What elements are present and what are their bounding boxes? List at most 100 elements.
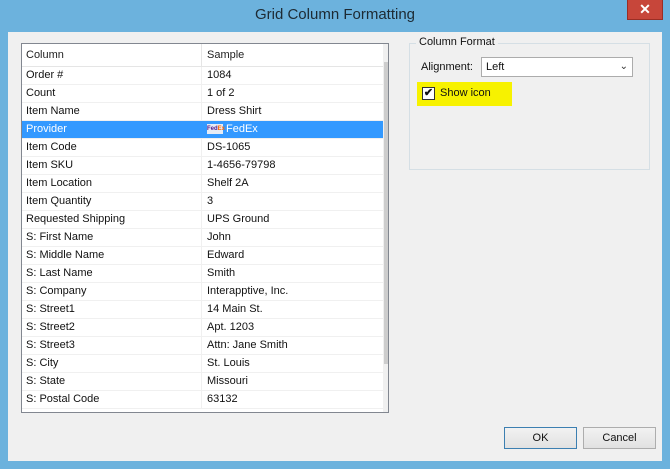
close-icon: ✕ — [639, 1, 651, 17]
chevron-down-icon: ⌄ — [619, 61, 628, 72]
cell-sample: 1-4656-79798 — [203, 157, 383, 174]
cell-sample: UPS Ground — [203, 211, 383, 228]
table-row[interactable]: Requested Shipping UPS Ground — [22, 211, 383, 229]
fedex-logo-icon: FedEx — [207, 124, 226, 135]
cell-sample-text: 1 of 2 — [207, 87, 235, 99]
cell-column-name: Item SKU — [22, 157, 202, 174]
table-row[interactable]: Item Quantity 3 — [22, 193, 383, 211]
cell-sample: 63132 — [203, 391, 383, 408]
cell-sample: Smith — [203, 265, 383, 282]
table-row[interactable]: S: Last Name Smith — [22, 265, 383, 283]
table-row[interactable]: S: City St. Louis — [22, 355, 383, 373]
cell-sample: DS-1065 — [203, 139, 383, 156]
scrollbar-thumb[interactable] — [384, 62, 388, 364]
dialog-window: Grid Column Formatting ✕ Column Sample O… — [0, 0, 670, 469]
ok-button[interactable]: OK — [504, 427, 577, 449]
table-row[interactable]: Count 1 of 2 — [22, 85, 383, 103]
cell-sample-text: St. Louis — [207, 357, 250, 369]
cell-sample-text: 3 — [207, 195, 214, 207]
header-column[interactable]: Column — [22, 44, 202, 66]
table-row[interactable]: S: Street3 Attn: Jane Smith — [22, 337, 383, 355]
cell-sample-text: Apt. 1203 — [207, 321, 255, 333]
cell-sample: 1084 — [203, 67, 383, 84]
cell-column-name: S: Postal Code — [22, 391, 202, 408]
table-row[interactable]: Provider FedExFedEx — [22, 121, 383, 139]
table-row[interactable]: Item SKU 1-4656-79798 — [22, 157, 383, 175]
cell-sample-text: DS-1065 — [207, 141, 251, 153]
cell-column-name: S: Middle Name — [22, 247, 202, 264]
cell-column-name: Item Quantity — [22, 193, 202, 210]
show-icon-option[interactable]: ✔ Show icon — [417, 82, 512, 106]
cell-sample-text: John — [207, 231, 231, 243]
header-sample[interactable]: Sample — [203, 44, 383, 66]
cell-column-name: Item Location — [22, 175, 202, 192]
cell-sample: Attn: Jane Smith — [203, 337, 383, 354]
cell-sample-text: Shelf 2A — [207, 177, 249, 189]
cell-sample: 1 of 2 — [203, 85, 383, 102]
cell-column-name: S: First Name — [22, 229, 202, 246]
show-icon-label[interactable]: Show icon — [440, 87, 491, 99]
alignment-label: Alignment: — [421, 61, 473, 73]
title-bar[interactable]: Grid Column Formatting ✕ — [0, 0, 670, 32]
table-row[interactable]: S: Middle Name Edward — [22, 247, 383, 265]
column-grid[interactable]: Column Sample Order # 1084 Count 1 of 2 Item… — [21, 43, 389, 413]
table-row[interactable]: S: Street1 14 Main St. — [22, 301, 383, 319]
grid-rows: Order # 1084 Count 1 of 2 Item Name Dress Shi… — [22, 67, 383, 409]
cell-column-name: S: City — [22, 355, 202, 372]
cell-sample-text: Edward — [207, 249, 245, 261]
cell-sample: FedExFedEx — [203, 121, 383, 138]
cell-column-name: Requested Shipping — [22, 211, 202, 228]
dialog-body: Column Sample Order # 1084 Count 1 of 2 Item… — [8, 32, 662, 461]
cell-sample: Edward — [203, 247, 383, 264]
cell-column-name: S: State — [22, 373, 202, 390]
cell-sample-text: Attn: Jane Smith — [207, 339, 288, 351]
close-button[interactable]: ✕ — [627, 0, 663, 20]
cell-sample: Interapptive, Inc. — [203, 283, 383, 300]
cell-column-name: Count — [22, 85, 202, 102]
cell-column-name: S: Street1 — [22, 301, 202, 318]
table-row[interactable]: S: Company Interapptive, Inc. — [22, 283, 383, 301]
cell-sample-text: 63132 — [207, 393, 238, 405]
table-row[interactable]: Item Name Dress Shirt — [22, 103, 383, 121]
cancel-button[interactable]: Cancel — [583, 427, 656, 449]
show-icon-checkbox[interactable]: ✔ — [422, 87, 435, 100]
cell-column-name: Item Name — [22, 103, 202, 120]
cell-sample-text: Dress Shirt — [207, 105, 262, 117]
cell-sample: Apt. 1203 — [203, 319, 383, 336]
alignment-value: Left — [486, 61, 505, 73]
cell-column-name: Item Code — [22, 139, 202, 156]
grid-scrollbar[interactable]: ▲ ▼ — [383, 44, 388, 412]
cell-sample-text: 14 Main St. — [207, 303, 263, 315]
cell-sample-text: Smith — [207, 267, 236, 279]
cell-sample-text: Interapptive, Inc. — [207, 285, 289, 297]
table-row[interactable]: S: Street2 Apt. 1203 — [22, 319, 383, 337]
chevron-up-icon[interactable]: ▲ — [383, 44, 388, 61]
table-row[interactable]: S: First Name John — [22, 229, 383, 247]
window-title: Grid Column Formatting — [254, 6, 416, 23]
column-format-legend: Column Format — [416, 36, 498, 48]
cell-column-name: S: Street3 — [22, 337, 202, 354]
cell-sample-text: UPS Ground — [207, 213, 270, 225]
alignment-select[interactable]: Left ⌄ — [481, 57, 633, 77]
cell-column-name: S: Street2 — [22, 319, 202, 336]
cell-sample-text: 1-4656-79798 — [207, 159, 276, 171]
cell-column-name: S: Last Name — [22, 265, 202, 282]
cell-sample-text: 1084 — [207, 69, 232, 81]
cell-column-name: S: Company — [22, 283, 202, 300]
cell-sample: Missouri — [203, 373, 383, 390]
cell-sample: Shelf 2A — [203, 175, 383, 192]
cell-sample: 3 — [203, 193, 383, 210]
table-row[interactable]: S: State Missouri — [22, 373, 383, 391]
cell-sample-text: Missouri — [207, 375, 248, 387]
table-row[interactable]: Item Location Shelf 2A — [22, 175, 383, 193]
cell-sample: St. Louis — [203, 355, 383, 372]
table-row[interactable]: S: Postal Code 63132 — [22, 391, 383, 409]
cell-sample: John — [203, 229, 383, 246]
cell-column-name: Provider — [22, 121, 202, 138]
table-row[interactable]: Order # 1084 — [22, 67, 383, 85]
cell-sample-text: FedEx — [226, 123, 258, 135]
cell-sample: Dress Shirt — [203, 103, 383, 120]
cell-column-name: Order # — [22, 67, 202, 84]
chevron-down-icon[interactable]: ▼ — [383, 395, 388, 412]
table-row[interactable]: Item Code DS-1065 — [22, 139, 383, 157]
